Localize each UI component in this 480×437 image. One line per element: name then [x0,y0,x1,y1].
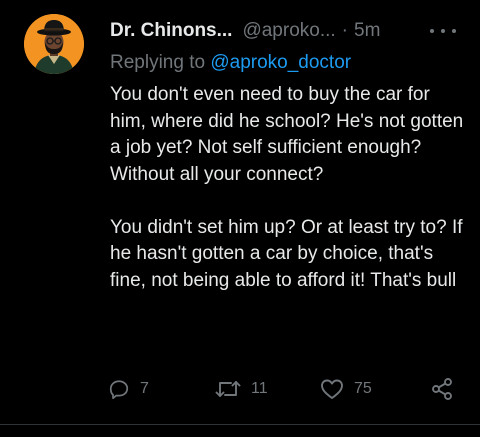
heart-icon [321,379,343,399]
separator-dot: · [341,20,348,41]
share-icon [432,378,452,400]
reply-icon [109,380,129,400]
reply-button[interactable]: 7 [108,372,149,406]
like-button[interactable]: 75 [320,372,372,406]
replying-to-line: Replying to @aproko_doctor [110,50,351,76]
like-count: 75 [354,380,372,397]
tweet-paragraph: You didn't set him up? Or at least try t… [110,216,463,291]
more-horizontal-icon [452,29,456,33]
more-horizontal-icon [430,29,434,33]
profile-photo [24,14,84,74]
tweet-text: You don't even need to buy the car for h… [110,82,470,294]
timestamp[interactable]: 5m [354,18,380,44]
avatar[interactable] [24,14,84,74]
retweet-count: 11 [251,380,268,397]
tweet-header: Dr. Chinons... @aproko... · 5m [110,18,380,44]
more-horizontal-icon [441,29,445,33]
tweet-divider [0,424,480,425]
more-options-button[interactable] [430,23,456,39]
replying-to-label: Replying to [110,52,206,73]
user-handle[interactable]: @aproko... [242,18,335,44]
display-name[interactable]: Dr. Chinons... [110,18,232,44]
action-bar: 7 11 75 [0,372,480,406]
reply-mention-link[interactable]: @aproko_doctor [210,52,351,73]
retweet-icon [215,381,241,397]
tweet-card[interactable]: Dr. Chinons... @aproko... · 5m Replying … [0,0,480,437]
tweet-paragraph: You don't even need to buy the car for h… [110,84,464,185]
retweet-button[interactable]: 11 [215,372,268,406]
reply-count: 7 [140,380,149,397]
share-button[interactable] [430,372,454,406]
